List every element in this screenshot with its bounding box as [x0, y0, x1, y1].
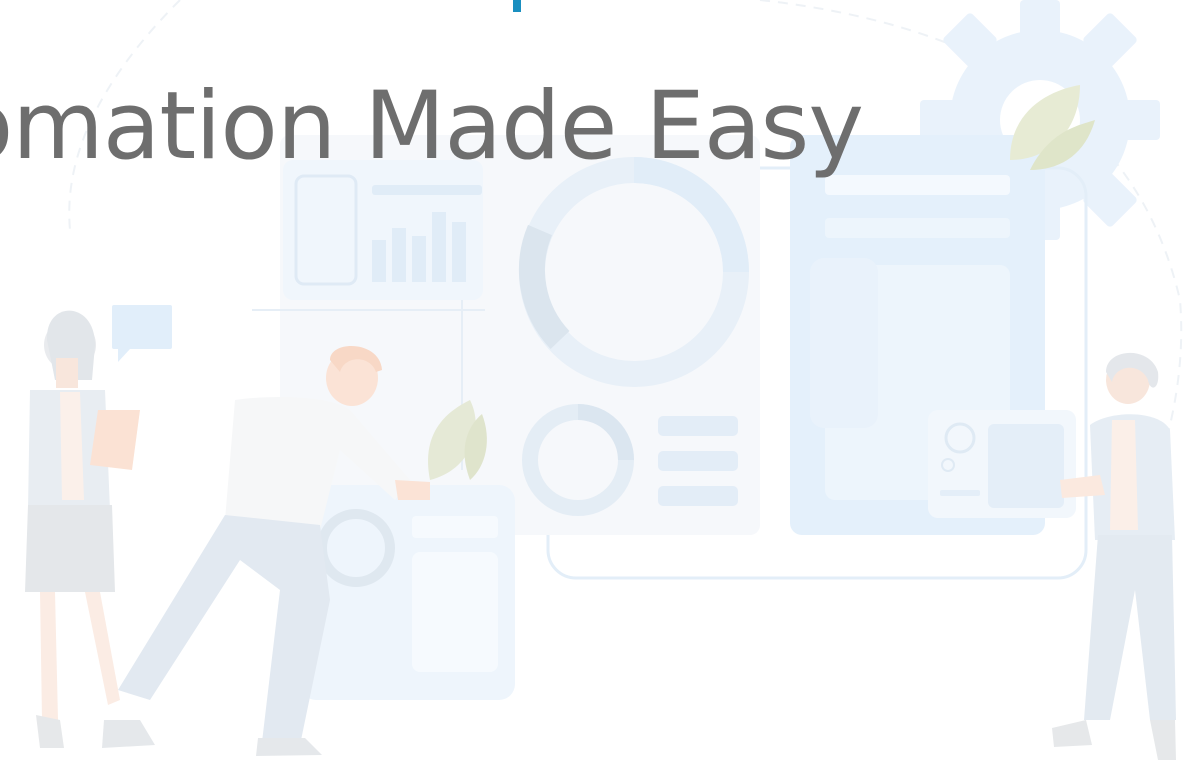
speech-bubble-icon	[112, 305, 172, 362]
hero-headline: omation Made Easy	[0, 72, 864, 181]
accent-bar	[513, 0, 521, 12]
